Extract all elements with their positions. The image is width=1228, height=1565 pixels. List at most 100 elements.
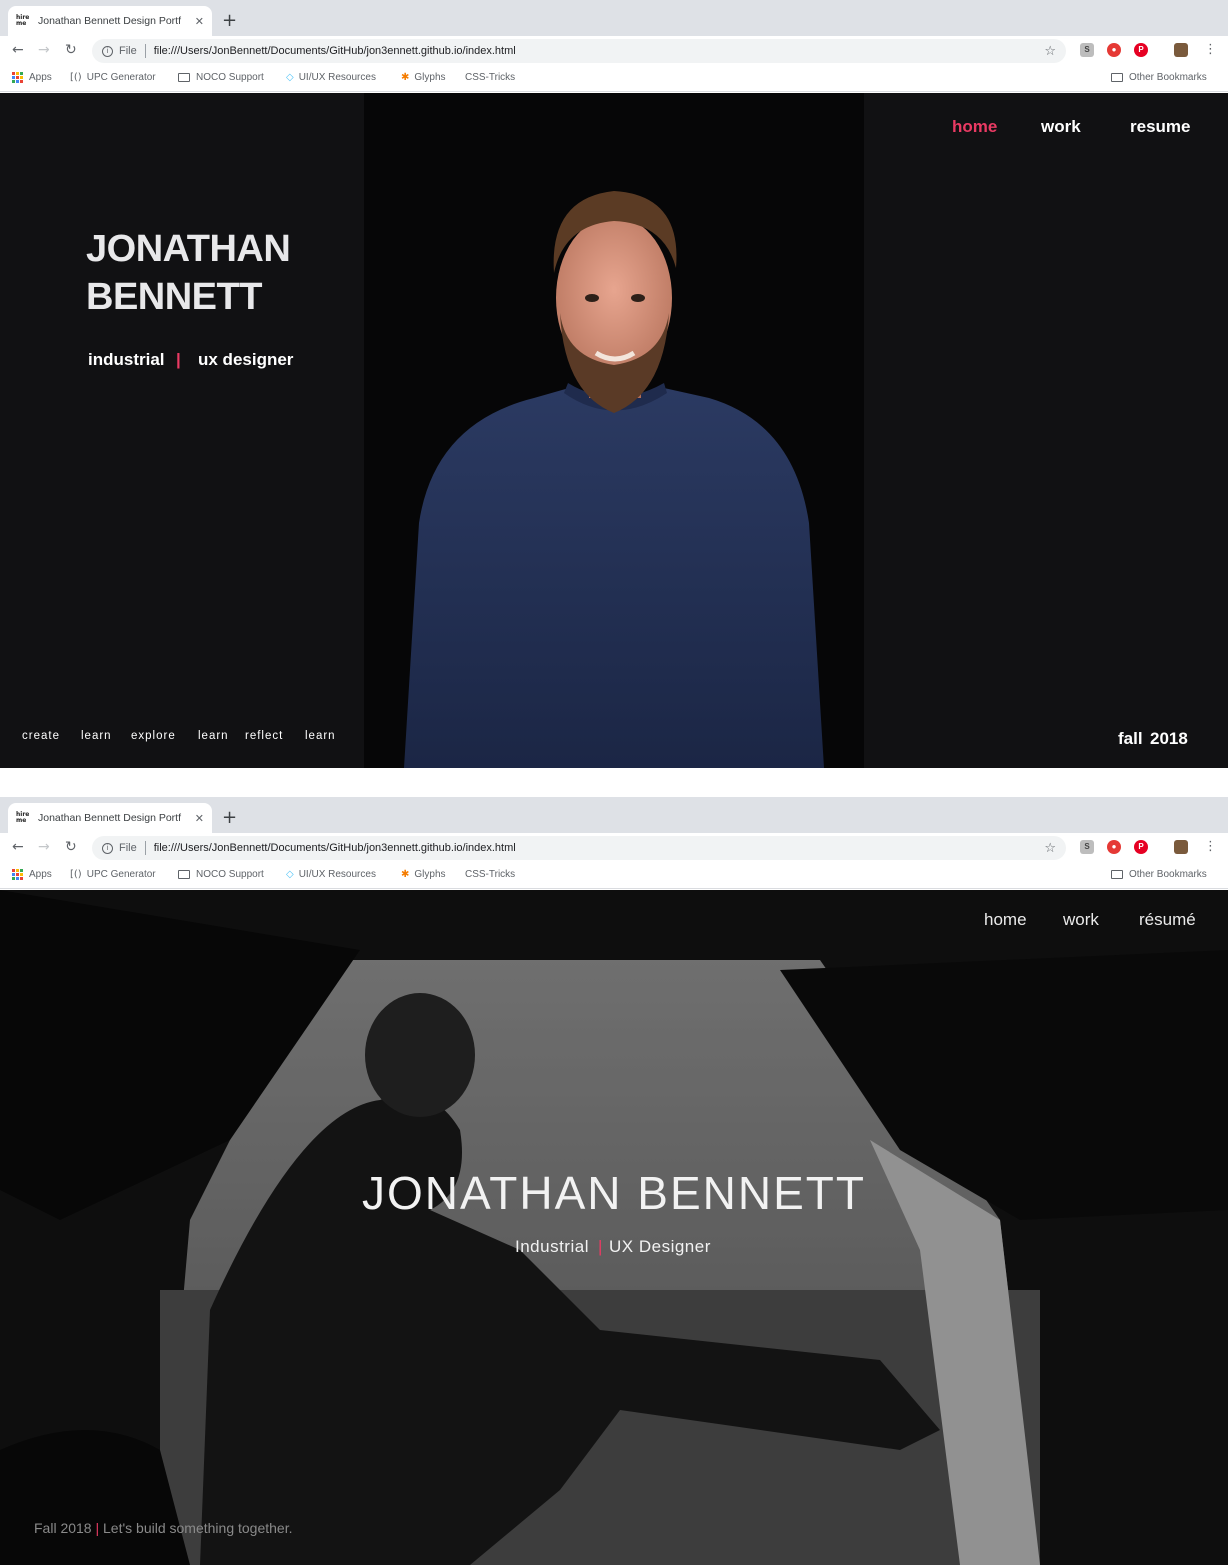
asterisk-icon: ✱ bbox=[401, 72, 410, 83]
pinterest-icon[interactable]: P bbox=[1134, 840, 1148, 854]
extension-s-icon[interactable]: S bbox=[1080, 840, 1094, 854]
role-divider: | bbox=[176, 350, 181, 369]
nav-resume-link[interactable]: résumé bbox=[1139, 910, 1196, 930]
bookmark-csstricks[interactable]: CSS-Tricks bbox=[465, 869, 515, 880]
url-text[interactable]: file:///Users/JonBennett/Documents/GitHu… bbox=[154, 842, 1045, 854]
bookmark-apps[interactable]: Apps bbox=[12, 72, 52, 83]
bookmarks-bar: Apps [() UPC Generator NOCO Support ◇ UI/U… bbox=[0, 863, 1228, 889]
tab-title: Jonathan Bennett Design Portf bbox=[38, 15, 182, 27]
bookmark-uiux[interactable]: ◇ UI/UX Resources bbox=[286, 869, 376, 880]
pinterest-icon[interactable]: P bbox=[1134, 43, 1148, 57]
folder-icon bbox=[178, 870, 190, 879]
nav-work-link[interactable]: work bbox=[1041, 117, 1081, 137]
browser-toolbar: ← → ↻ i File file:///Users/JonBennett/Do… bbox=[0, 833, 1228, 863]
role-industrial: Industrial bbox=[515, 1237, 589, 1256]
role-ux-designer: ux designer bbox=[198, 350, 294, 369]
portrait-photo bbox=[364, 93, 864, 768]
tagline-explore: explore bbox=[131, 730, 176, 742]
url-divider bbox=[144, 841, 146, 855]
folder-icon bbox=[1111, 73, 1123, 82]
bookmark-csstricks[interactable]: CSS-Tricks bbox=[465, 72, 515, 83]
nav-work-link[interactable]: work bbox=[1063, 910, 1099, 930]
url-divider bbox=[144, 44, 146, 58]
role-ux-designer: UX Designer bbox=[609, 1237, 711, 1256]
bookmark-upc[interactable]: [() UPC Generator bbox=[70, 72, 156, 83]
bracket-icon: [() bbox=[70, 869, 82, 880]
bookmark-glyphs[interactable]: ✱ Glyphs bbox=[401, 72, 446, 83]
close-icon[interactable]: ✕ bbox=[195, 812, 204, 825]
apps-icon bbox=[12, 72, 23, 83]
extension-s-icon[interactable]: S bbox=[1080, 43, 1094, 57]
bookmark-glyphs[interactable]: ✱ Glyphs bbox=[401, 869, 446, 880]
reload-icon[interactable]: ↻ bbox=[65, 42, 77, 58]
nav-home-link[interactable]: home bbox=[952, 117, 997, 137]
folder-icon bbox=[1111, 870, 1123, 879]
browser-tab[interactable]: hire me Jonathan Bennett Design Portf ✕ bbox=[8, 803, 212, 833]
forward-icon[interactable]: → bbox=[38, 839, 50, 855]
url-scheme: File bbox=[119, 45, 137, 57]
role-industrial: industrial bbox=[88, 350, 165, 369]
apps-icon bbox=[12, 869, 23, 880]
tab-strip: hire me Jonathan Bennett Design Portf ✕ … bbox=[0, 0, 1228, 36]
close-icon[interactable]: ✕ bbox=[195, 15, 204, 28]
extension-adblock-icon[interactable]: ● bbox=[1107, 840, 1121, 854]
bookmark-star-icon[interactable]: ☆ bbox=[1044, 44, 1056, 59]
portfolio-page-v1: home work resume JONATHAN BENNETT indust… bbox=[0, 93, 1228, 768]
bracket-icon: [() bbox=[70, 72, 82, 83]
url-scheme: File bbox=[119, 842, 137, 854]
other-bookmarks[interactable]: Other Bookmarks bbox=[1111, 72, 1207, 83]
back-icon[interactable]: ← bbox=[12, 839, 24, 855]
browser-tab[interactable]: hire me Jonathan Bennett Design Portf ✕ bbox=[8, 6, 212, 36]
footer-message: Fall 2018 | Let's build something togeth… bbox=[34, 1520, 292, 1536]
tab-title: Jonathan Bennett Design Portf bbox=[38, 812, 182, 824]
tagline-learn: learn bbox=[81, 730, 112, 742]
asterisk-icon: ✱ bbox=[401, 869, 410, 880]
bookmark-noco[interactable]: NOCO Support bbox=[178, 869, 264, 880]
van-background-photo bbox=[0, 890, 1228, 1565]
footer-text: Let's build something together. bbox=[103, 1520, 293, 1536]
url-text[interactable]: file:///Users/JonBennett/Documents/GitHu… bbox=[154, 45, 1045, 57]
bookmark-noco[interactable]: NOCO Support bbox=[178, 72, 264, 83]
bookmarks-bar: Apps [() UPC Generator NOCO Support ◇ UI/U… bbox=[0, 66, 1228, 92]
info-icon[interactable]: i bbox=[102, 842, 113, 854]
bookmark-upc[interactable]: [() UPC Generator bbox=[70, 869, 156, 880]
screenshot-version-1: hire me Jonathan Bennett Design Portf ✕ … bbox=[0, 0, 1228, 768]
diamond-icon: ◇ bbox=[286, 72, 294, 83]
menu-icon[interactable]: ⋮ bbox=[1204, 839, 1217, 854]
extension-adblock-icon[interactable]: ● bbox=[1107, 43, 1121, 57]
address-bar[interactable]: i File file:///Users/JonBennett/Document… bbox=[92, 39, 1066, 63]
tagline-create: create bbox=[22, 730, 60, 742]
bookmark-uiux[interactable]: ◇ UI/UX Resources bbox=[286, 72, 376, 83]
name-first: JONATHAN bbox=[86, 228, 291, 270]
nav-resume-link[interactable]: resume bbox=[1130, 117, 1190, 137]
footer-divider: | bbox=[95, 1520, 100, 1536]
other-bookmarks[interactable]: Other Bookmarks bbox=[1111, 869, 1207, 880]
tagline-reflect: reflect bbox=[245, 730, 284, 742]
profile-avatar[interactable] bbox=[1174, 43, 1188, 57]
hero-name: JONATHAN BENNETT bbox=[86, 225, 291, 321]
profile-avatar[interactable] bbox=[1174, 840, 1188, 854]
footer-date: Fall 2018 bbox=[34, 1520, 92, 1536]
footer-season: fall bbox=[1118, 729, 1143, 748]
name-last: BENNETT bbox=[86, 276, 262, 318]
tagline-learn: learn bbox=[305, 730, 336, 742]
tagline-learn: learn bbox=[198, 730, 229, 742]
screenshot-version-2: hire me Jonathan Bennett Design Portf ✕ … bbox=[0, 797, 1228, 1565]
bookmark-star-icon[interactable]: ☆ bbox=[1044, 841, 1056, 856]
forward-icon[interactable]: → bbox=[38, 42, 50, 58]
new-tab-button[interactable]: + bbox=[222, 807, 237, 828]
info-icon[interactable]: i bbox=[102, 45, 113, 57]
folder-icon bbox=[178, 73, 190, 82]
favicon-icon: hire me bbox=[16, 811, 30, 824]
diamond-icon: ◇ bbox=[286, 869, 294, 880]
address-bar[interactable]: i File file:///Users/JonBennett/Document… bbox=[92, 836, 1066, 860]
tab-strip: hire me Jonathan Bennett Design Portf ✕ … bbox=[0, 797, 1228, 833]
reload-icon[interactable]: ↻ bbox=[65, 839, 77, 855]
new-tab-button[interactable]: + bbox=[222, 10, 237, 31]
back-icon[interactable]: ← bbox=[12, 42, 24, 58]
bookmark-apps[interactable]: Apps bbox=[12, 869, 52, 880]
portfolio-page-v2: home work résumé JONATHAN BENNETT Indust… bbox=[0, 890, 1228, 1565]
nav-home-link[interactable]: home bbox=[984, 910, 1027, 930]
menu-icon[interactable]: ⋮ bbox=[1204, 42, 1217, 57]
hero-name: JONATHAN BENNETT bbox=[362, 1167, 866, 1219]
